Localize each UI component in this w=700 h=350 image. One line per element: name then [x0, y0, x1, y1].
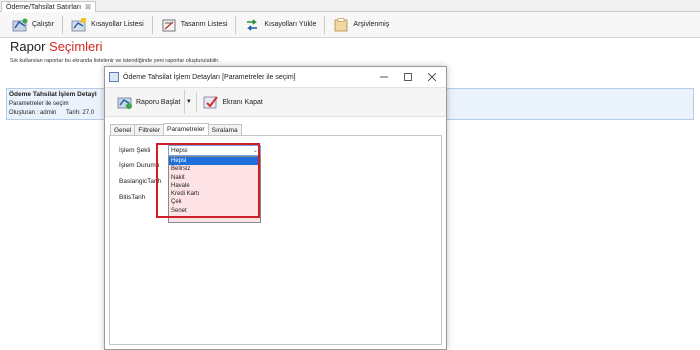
report-card-meta: Oluşturan : admin Tarih: 27.0	[9, 110, 94, 116]
tab-filtreler[interactable]: Filtreler	[134, 124, 165, 135]
shortcut-list-icon	[71, 17, 87, 33]
design-list-button[interactable]: Tasarım Listesi	[155, 14, 234, 36]
report-card-date: Tarih: 27.0	[66, 110, 95, 116]
close-screen-icon	[203, 94, 219, 110]
page-header: Rapor Seçimleri Sık kullanılan raporlar …	[10, 39, 219, 64]
dialog-tabs: Genel Filtreler Parametreler Sıralama	[110, 123, 242, 135]
tab-genel[interactable]: Genel	[110, 124, 136, 135]
report-card-title: Ödeme Tahsilat İşlem Detayl	[9, 91, 97, 98]
report-card-creator: Oluşturan : admin	[9, 110, 57, 116]
toolbar-separator	[324, 15, 326, 34]
page-title-plain: Rapor	[10, 39, 50, 54]
page-title: Rapor Seçimleri	[10, 39, 103, 54]
start-report-button[interactable]: Raporu Başlat	[113, 90, 184, 114]
tab-close-icon[interactable]: ⊠	[85, 3, 91, 11]
design-list-icon	[161, 17, 177, 33]
toolbar-separator	[62, 15, 64, 34]
toolbar-separator	[235, 15, 237, 34]
tab-parametreler[interactable]: Parametreler	[163, 123, 209, 135]
report-card-subtitle: Parametreler ile seçim	[9, 101, 69, 107]
maximize-icon[interactable]	[398, 69, 418, 84]
tab-siralama[interactable]: Sıralama	[207, 124, 242, 135]
document-tab-label: Ödeme/Tahsilat Satırları	[6, 3, 82, 11]
load-shortcuts-label: Kısayolları Yükle	[264, 21, 317, 28]
start-report-icon	[117, 94, 133, 110]
start-report-label: Raporu Başlat	[136, 98, 181, 106]
archive-button[interactable]: Arşivlenmiş	[327, 14, 395, 36]
field-label-baslangic-tarih: BaslangicTarih	[119, 178, 162, 185]
document-tab[interactable]: Ödeme/Tahsilat Satırları ⊠	[1, 1, 96, 12]
dialog-toolbar: Raporu Başlat ▼ Ekranı Kapat	[105, 87, 446, 117]
run-label: Çalıştır	[32, 21, 55, 28]
main-toolbar: Çalıştır Kısayollar Listesi Tasarım List…	[0, 12, 700, 38]
window-controls	[374, 69, 442, 84]
dialog-titlebar[interactable]: Ödeme Tahsilat İşlem Detayları [Parametr…	[105, 67, 446, 87]
close-screen-label: Ekranı Kapat	[222, 98, 263, 106]
document-tab-strip: Ödeme/Tahsilat Satırları ⊠	[0, 0, 700, 12]
toolbar-separator	[151, 15, 153, 34]
start-report-dropdown-icon[interactable]: ▼	[184, 90, 192, 114]
load-shortcuts-button[interactable]: Kısayolları Yükle	[238, 14, 322, 36]
field-label-islem-sekli: İşlem Şekli	[119, 147, 151, 154]
shortcut-list-label: Kısayollar Listesi	[91, 21, 144, 28]
page-title-accent: Seçimleri	[49, 39, 103, 54]
field-label-bitis-tarih: BitisTarih	[119, 194, 146, 201]
run-button[interactable]: Çalıştır	[6, 14, 60, 36]
dialog-toolbar-separator	[196, 92, 198, 112]
field-label-islem-durumu: İşlem Durumu	[119, 162, 160, 169]
run-icon	[12, 17, 28, 33]
archive-label: Arşivlenmiş	[353, 21, 390, 28]
highlight-box	[156, 143, 260, 218]
design-list-label: Tasarım Listesi	[180, 21, 228, 28]
archive-icon	[333, 17, 349, 33]
dialog-app-icon	[109, 72, 119, 82]
minimize-icon[interactable]	[374, 69, 394, 84]
close-screen-button[interactable]: Ekranı Kapat	[199, 90, 266, 114]
load-shortcuts-icon	[244, 17, 260, 33]
page-subtitle: Sık kullanılan raporlar bu ekranda liste…	[10, 58, 220, 64]
dialog-title: Ödeme Tahsilat İşlem Detayları [Parametr…	[123, 73, 296, 81]
close-icon[interactable]	[422, 69, 442, 84]
shortcut-list-button[interactable]: Kısayollar Listesi	[65, 14, 150, 36]
